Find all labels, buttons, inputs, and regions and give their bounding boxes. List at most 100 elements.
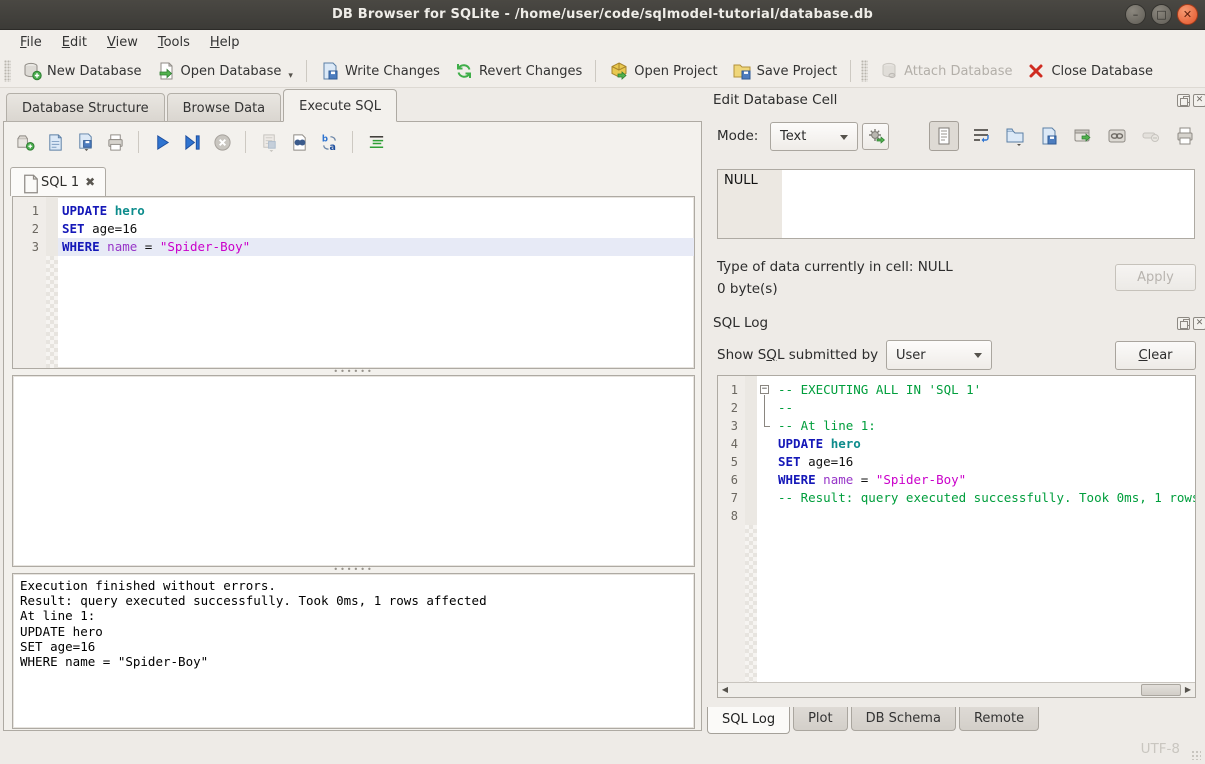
fold-margin [757, 453, 774, 471]
cell-editor-toolbar [929, 121, 1197, 151]
export-cell-data-icon[interactable] [1037, 124, 1061, 148]
bottom-tab-bar: SQL Log Plot DB Schema Remote [707, 707, 1042, 734]
toolbar-separator [850, 60, 851, 82]
toolbar-separator [595, 60, 596, 82]
attach-database-button[interactable]: Attach Database [872, 57, 1019, 85]
toolbar-separator [352, 131, 353, 153]
set-null-icon[interactable] [1139, 124, 1163, 148]
tab-execute-sql[interactable]: Execute SQL [283, 89, 397, 122]
fold-margin [757, 417, 774, 435]
title-bar[interactable]: DB Browser for SQLite - /home/user/code/… [0, 0, 1205, 30]
revert-changes-icon [454, 61, 474, 81]
code-line: 7-- Result: query executed successfully.… [718, 489, 1195, 507]
mode-label: Mode: [717, 128, 758, 144]
cell-size-text: 0 byte(s) [717, 281, 778, 297]
fold-margin [757, 489, 774, 507]
stop-execution-icon[interactable] [209, 130, 235, 154]
code-line: 2SET age=16 [13, 220, 694, 238]
new-database-icon [22, 61, 42, 81]
tab-db-schema[interactable]: DB Schema [851, 707, 956, 731]
scrollbar-thumb[interactable] [1141, 684, 1181, 696]
line-number: 1 [718, 381, 745, 399]
open-project-icon [609, 61, 629, 81]
close-panel-icon[interactable]: ✕ [1193, 94, 1205, 107]
format-sql-icon[interactable] [363, 130, 389, 154]
open-database-dropdown-caret[interactable]: ▾ [288, 71, 293, 81]
open-project-button[interactable]: Open Project [602, 57, 724, 85]
line-number: 3 [13, 238, 46, 256]
sql-document-icon [21, 174, 35, 190]
sql-log-dock-controls: ✕ [1177, 317, 1205, 330]
sql-tab[interactable]: SQL 1 ✖ [10, 167, 106, 196]
apply-button[interactable]: Apply [1115, 264, 1196, 291]
text-mode-button[interactable] [929, 121, 959, 151]
import-cell-data-icon[interactable] [1003, 124, 1027, 148]
attach-database-icon [879, 61, 899, 81]
minimize-icon[interactable]: – [1125, 4, 1146, 25]
print-cell-icon[interactable] [1173, 124, 1197, 148]
edit-cell-dock-controls: ✕ [1177, 94, 1205, 107]
code-line: 1−-- EXECUTING ALL IN 'SQL 1' [718, 381, 1195, 399]
log-filter-select[interactable]: User [886, 340, 992, 370]
mode-select[interactable]: Text [770, 122, 858, 151]
close-database-icon [1026, 61, 1046, 81]
results-pane[interactable] [12, 375, 695, 567]
code-line: 1UPDATE hero [13, 202, 694, 220]
close-database-button[interactable]: Close Database [1019, 57, 1160, 85]
scroll-right-icon[interactable]: ▶ [1181, 683, 1195, 697]
auto-switch-mode-button[interactable] [862, 123, 889, 150]
find-replace-icon[interactable]: ba [316, 130, 342, 154]
toolbar-separator [138, 131, 139, 153]
clear-log-button[interactable]: Clear [1115, 341, 1196, 370]
save-sql-file-icon[interactable] [72, 130, 98, 154]
float-panel-icon[interactable] [1177, 317, 1190, 330]
open-sql-tab-icon[interactable] [12, 130, 38, 154]
save-project-button[interactable]: Save Project [725, 57, 845, 85]
sql-editor[interactable]: 1UPDATE hero2SET age=163WHERE name = "Sp… [12, 196, 695, 369]
scroll-left-icon[interactable]: ◀ [718, 683, 732, 697]
sql-log-view[interactable]: 1−-- EXECUTING ALL IN 'SQL 1'2--3-- At l… [717, 375, 1196, 698]
tab-remote[interactable]: Remote [959, 707, 1039, 731]
menu-tools[interactable]: Tools [148, 32, 200, 53]
log-horizontal-scrollbar[interactable]: ◀ ▶ [718, 682, 1195, 697]
main-toolbar: New Database Open Database ▾ Write Chang… [0, 55, 1205, 88]
new-database-button[interactable]: New Database [15, 57, 149, 85]
tab-browse-data[interactable]: Browse Data [167, 93, 282, 122]
line-number: 2 [718, 399, 745, 417]
open-database-button[interactable]: Open Database ▾ [149, 57, 300, 85]
code-line: 5SET age=16 [718, 453, 1195, 471]
fold-margin [757, 471, 774, 489]
status-encoding: UTF-8 [1141, 741, 1180, 757]
tab-plot[interactable]: Plot [793, 707, 848, 731]
float-panel-icon[interactable] [1177, 94, 1190, 107]
sql-tab-close-icon[interactable]: ✖ [85, 175, 95, 189]
close-panel-icon[interactable]: ✕ [1193, 317, 1205, 330]
menu-edit[interactable]: Edit [52, 32, 97, 53]
menu-help[interactable]: Help [200, 32, 250, 53]
menu-view[interactable]: View [97, 32, 148, 53]
execute-all-icon[interactable] [149, 130, 175, 154]
save-results-icon[interactable] [256, 130, 282, 154]
tab-database-structure[interactable]: Database Structure [6, 93, 165, 122]
toolbar-drag-handle[interactable] [861, 60, 868, 82]
cell-value-editor[interactable]: NULL [717, 169, 1195, 239]
open-sql-file-icon[interactable] [42, 130, 68, 154]
fold-marker[interactable]: − [757, 381, 774, 399]
maximize-icon[interactable]: □ [1151, 4, 1172, 25]
tab-sql-log[interactable]: SQL Log [707, 707, 790, 734]
sql-tab-bar: SQL 1 ✖ [10, 166, 106, 196]
revert-changes-button[interactable]: Revert Changes [447, 57, 589, 85]
execute-line-icon[interactable] [179, 130, 205, 154]
resize-grip[interactable] [1191, 750, 1201, 760]
write-changes-icon [320, 61, 340, 81]
write-changes-button[interactable]: Write Changes [313, 57, 447, 85]
find-icon[interactable] [286, 130, 312, 154]
execution-message-pane[interactable]: Execution finished without errors. Resul… [12, 573, 695, 729]
word-wrap-icon[interactable] [969, 124, 993, 148]
toolbar-drag-handle[interactable] [4, 60, 11, 82]
open-in-external-icon[interactable] [1071, 124, 1095, 148]
menu-file[interactable]: File [10, 32, 52, 53]
print-sql-icon[interactable] [102, 130, 128, 154]
copy-link-icon[interactable] [1105, 124, 1129, 148]
close-icon[interactable]: ✕ [1177, 4, 1198, 25]
